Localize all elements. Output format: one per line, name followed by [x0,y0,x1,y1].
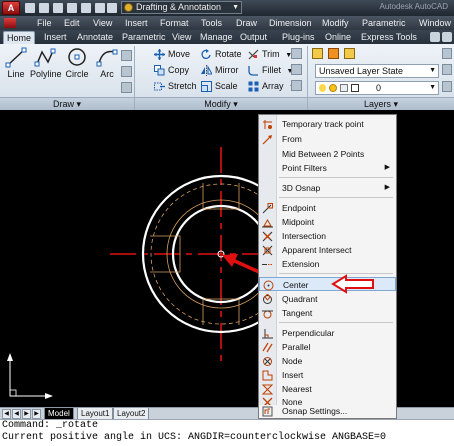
overlay-svg [331,274,374,294]
highlight-arrow-icon [331,274,374,294]
